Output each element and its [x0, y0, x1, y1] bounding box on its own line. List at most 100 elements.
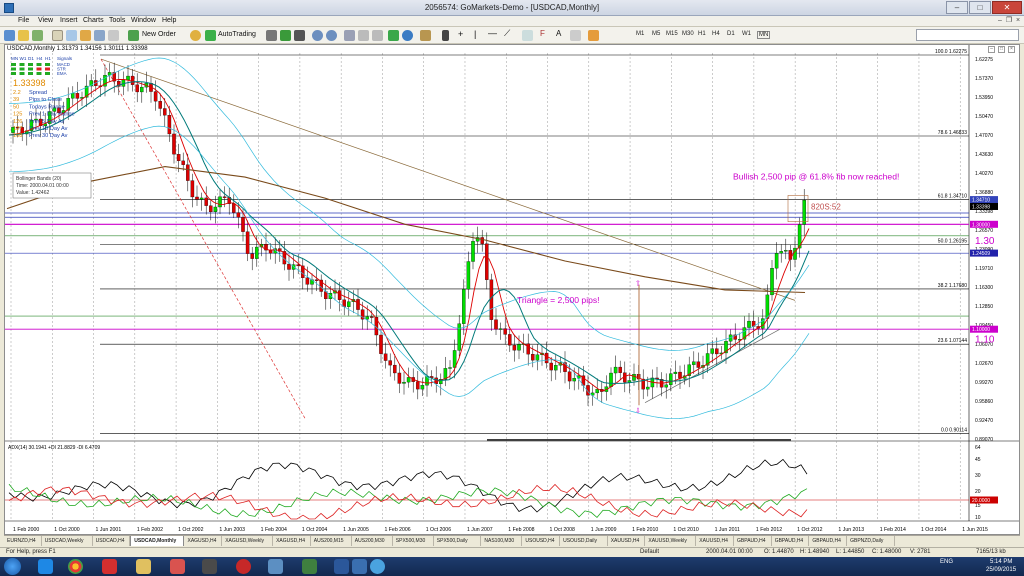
menu-view[interactable]: View: [38, 17, 53, 24]
tf-m5-button[interactable]: M5: [652, 31, 660, 37]
maximize-button[interactable]: □: [969, 1, 991, 14]
horizontal-line-icon[interactable]: —: [488, 28, 497, 38]
navigator-icon[interactable]: [80, 30, 91, 41]
label-icon[interactable]: [570, 30, 581, 41]
pdf-icon[interactable]: [170, 559, 185, 574]
text-icon[interactable]: A: [556, 29, 561, 38]
chart-tab[interactable]: SPX500,Daily: [434, 536, 482, 546]
chart-app-icon[interactable]: [236, 559, 251, 574]
menu-insert[interactable]: Insert: [60, 17, 78, 24]
crosshair-icon[interactable]: +: [458, 29, 463, 39]
zoom-out-icon[interactable]: [326, 30, 337, 41]
chart-shift-icon[interactable]: [358, 30, 369, 41]
candlestick-icon[interactable]: [280, 30, 291, 41]
open-folder-icon[interactable]: [18, 30, 29, 41]
chart-tab[interactable]: XAUUSD,H4: [696, 536, 734, 546]
tf-m1-button[interactable]: M1: [636, 31, 644, 37]
zoom-in-icon[interactable]: [312, 30, 323, 41]
chart-tab[interactable]: GBPAUD,H4: [772, 536, 810, 546]
metaeditor-icon[interactable]: [190, 30, 201, 41]
chart-tab[interactable]: SPX500,M30: [393, 536, 434, 546]
chart-close-icon[interactable]: ×: [1008, 46, 1015, 53]
tf-w1-button[interactable]: W1: [742, 31, 751, 37]
network-icon[interactable]: [268, 559, 283, 574]
chart-tab[interactable]: GBPAUD,H4: [734, 536, 772, 546]
autotrading-icon[interactable]: [205, 30, 216, 41]
file-explorer-icon[interactable]: [136, 559, 151, 574]
chart-tab[interactable]: EURNZD,H4: [4, 536, 42, 546]
chart-maximize-icon[interactable]: □: [998, 46, 1005, 53]
tray-language[interactable]: ENG: [940, 559, 953, 565]
templates-icon[interactable]: [420, 30, 431, 41]
close-button[interactable]: ✕: [992, 1, 1022, 14]
chart-minimize-icon[interactable]: ‒: [988, 46, 995, 53]
tf-m30-button[interactable]: M30: [682, 31, 694, 37]
profiles-icon[interactable]: [32, 30, 43, 41]
menu-file[interactable]: File: [18, 17, 29, 24]
chart-tab[interactable]: USDCAD,Monthly: [130, 536, 185, 546]
chart-tab[interactable]: XAUUSD,Weekly: [645, 536, 697, 546]
bar-chart-icon[interactable]: [266, 30, 277, 41]
new-order-icon[interactable]: [128, 30, 139, 41]
chart-tab[interactable]: XAGUSD,H4: [185, 536, 223, 546]
autoscroll-icon[interactable]: [372, 30, 383, 41]
line-chart-icon[interactable]: [294, 30, 305, 41]
chart-tab[interactable]: GBPAUD,H4: [809, 536, 848, 546]
menu-help[interactable]: Help: [162, 17, 176, 24]
new-chart-icon[interactable]: [4, 30, 15, 41]
market-watch-icon[interactable]: [52, 30, 63, 41]
search-input[interactable]: [916, 29, 1019, 41]
start-button[interactable]: [4, 558, 21, 575]
chart-canvas[interactable]: 1 Feb 2000 1 Oct 2000 1 Jun 2001 1 Feb 2002…: [5, 45, 1019, 534]
chart-tab[interactable]: USOUSD,Daily: [560, 536, 608, 546]
periods-icon[interactable]: [402, 30, 413, 41]
new-order-button[interactable]: New Order: [142, 31, 176, 38]
menu-window[interactable]: Window: [131, 17, 156, 24]
channel-icon[interactable]: [522, 30, 533, 41]
menu-charts[interactable]: Charts: [83, 17, 104, 24]
tray-date[interactable]: 25/09/2015: [986, 567, 1016, 573]
chart-tab[interactable]: USDCAD,H4: [93, 536, 131, 546]
chart-tab[interactable]: AUS200,M15: [311, 536, 352, 546]
tf-h1-button[interactable]: H1: [698, 31, 706, 37]
price-axis-label: 0.99270: [975, 380, 993, 386]
tf-h4-button[interactable]: H4: [712, 31, 720, 37]
chart-tab[interactable]: XAGUSD,Weekly: [222, 536, 274, 546]
chrome-icon[interactable]: [68, 559, 83, 574]
chart-tab[interactable]: XAGUSD,H4: [273, 536, 311, 546]
mdi-close-icon[interactable]: ×: [1014, 17, 1022, 25]
chart-tab[interactable]: AUS200,M30: [352, 536, 393, 546]
media-icon[interactable]: [202, 559, 217, 574]
tray-time[interactable]: 5:14 PM: [990, 559, 1012, 565]
data-window-icon[interactable]: [66, 30, 77, 41]
mdi-minimize-icon[interactable]: ‒: [996, 17, 1004, 25]
metatrader-icon[interactable]: [302, 559, 317, 574]
chart-tab[interactable]: XAUUSD,H4: [608, 536, 646, 546]
tf-m15-button[interactable]: M15: [666, 31, 678, 37]
cursor-icon[interactable]: [442, 30, 449, 41]
tf-mn-button[interactable]: MN: [757, 31, 771, 39]
chart-tab[interactable]: NAS100,M30: [481, 536, 523, 546]
chart-tab[interactable]: USOUSD,H4: [522, 536, 561, 546]
terminal-icon[interactable]: [94, 30, 105, 41]
word-icon[interactable]: [334, 559, 349, 574]
snipping-icon[interactable]: [352, 559, 367, 574]
chart-tab[interactable]: GBPNZD,Daily: [847, 536, 895, 546]
internet-explorer-icon[interactable]: [38, 559, 53, 574]
vertical-line-icon[interactable]: |: [474, 29, 476, 39]
autotrading-button[interactable]: AutoTrading: [218, 31, 256, 38]
tf-d1-button[interactable]: D1: [727, 31, 735, 37]
trendline-icon[interactable]: ⟋: [504, 28, 510, 39]
chart-window[interactable]: 1 Feb 2000 1 Oct 2000 1 Jun 2001 1 Feb 2002…: [4, 44, 1020, 535]
chart-tab[interactable]: USDCAD,Weekly: [42, 536, 93, 546]
tile-windows-icon[interactable]: [344, 30, 355, 41]
fibonacci-icon[interactable]: F: [540, 29, 545, 38]
kaspersky-icon[interactable]: [102, 559, 117, 574]
indicators-icon[interactable]: [388, 30, 399, 41]
settings-icon[interactable]: [370, 559, 385, 574]
mdi-restore-icon[interactable]: ❐: [1005, 17, 1013, 25]
menu-tools[interactable]: Tools: [109, 17, 125, 24]
arrows-icon[interactable]: [588, 30, 599, 41]
minimize-button[interactable]: ‒: [946, 1, 968, 14]
strategy-tester-icon[interactable]: [108, 30, 119, 41]
